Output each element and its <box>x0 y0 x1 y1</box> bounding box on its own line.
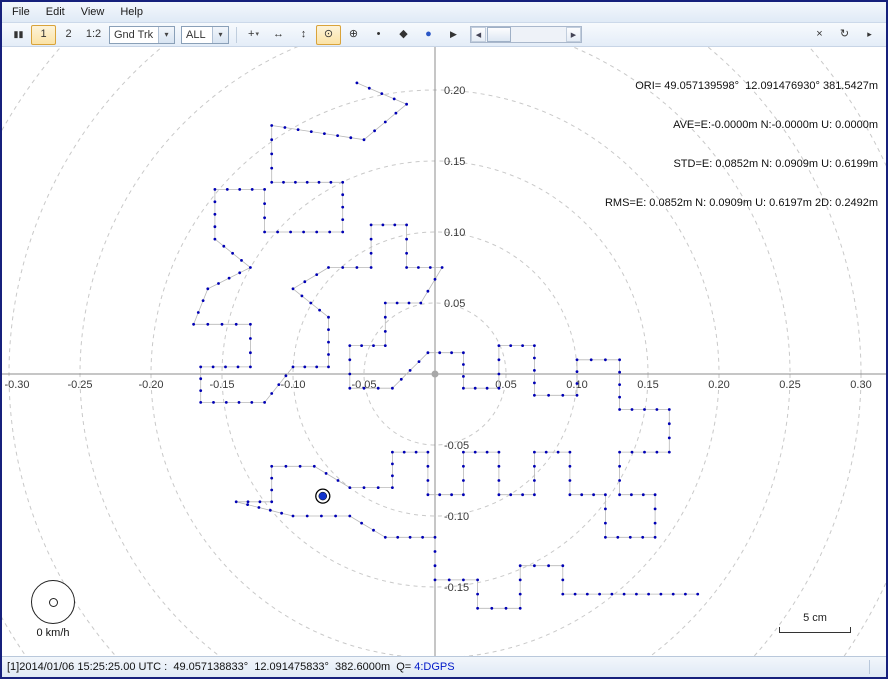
scrollbar-track[interactable] <box>486 27 566 42</box>
clear-button[interactable]: × <box>807 25 832 45</box>
plot1-button[interactable]: 1 <box>31 25 56 45</box>
chevron-down-icon: ▾ <box>158 27 174 43</box>
speed-dial-gauge-icon <box>31 580 75 624</box>
plot12-button[interactable]: 1:2 <box>81 25 106 45</box>
refresh-icon: ↻ <box>840 29 849 40</box>
dot-icon: • <box>377 29 381 40</box>
plot-area: -0.30 -0.25 -0.20 -0.15 -0.10 -0.05 0.05 0.10 0.… <box>2 47 886 656</box>
menu-file[interactable]: File <box>4 3 38 21</box>
svg-text:-0.10: -0.10 <box>444 511 469 523</box>
status-bar-grip <box>869 660 886 674</box>
stat-stddev: STD=E: 0.0852m N: 0.0909m U: 0.6199m <box>605 158 878 171</box>
play-icon: ▶ <box>450 30 457 39</box>
crosshair-icon: + <box>248 29 254 40</box>
toolbar: ▮▮ 1 2 1:2 Gnd Trk ▾ ALL ▾ + ▾ ↔ ↕ ⊙ ⊕ •… <box>2 23 886 47</box>
scroll-right-icon[interactable]: ▶ <box>566 27 581 42</box>
svg-text:0.25: 0.25 <box>779 379 800 391</box>
menu-edit[interactable]: Edit <box>38 3 73 21</box>
svg-text:-0.05: -0.05 <box>444 440 469 452</box>
close-icon: × <box>816 29 822 40</box>
stat-average: AVE=E:-0.0000m N:-0.0000m U: 0.0000m <box>605 119 878 132</box>
scale-bar: 5 cm <box>779 612 851 633</box>
rtkplot-window: File Edit View Help ▮▮ 1 2 1:2 Gnd Trk ▾… <box>0 0 888 679</box>
circled-plus-icon: ⊕ <box>349 29 358 40</box>
arrows-vertical-icon: ↕ <box>301 29 307 40</box>
speed-dial-label: 0 km/h <box>30 627 76 639</box>
svg-text:-0.20: -0.20 <box>138 379 163 391</box>
svg-text:0.10: 0.10 <box>444 227 465 239</box>
svg-text:0.15: 0.15 <box>444 156 465 168</box>
menu-view[interactable]: View <box>73 3 113 21</box>
pause-icon: ▮▮ <box>14 30 24 39</box>
svg-text:-0.30: -0.30 <box>4 379 29 391</box>
menu-help[interactable]: Help <box>112 3 151 21</box>
status-bar: [1]2014/01/06 15:25:25.00 UTC : 49.05713… <box>2 656 886 677</box>
diamond-icon: ◆ <box>399 29 407 40</box>
show-points-button[interactable]: • <box>366 25 391 45</box>
reload-button[interactable]: ↻ <box>832 25 857 45</box>
pause-button[interactable]: ▮▮ <box>6 25 31 45</box>
fit-horizontal-button[interactable]: ↔ <box>266 25 291 45</box>
fit-menu-button[interactable]: + ▾ <box>241 25 266 45</box>
svg-text:-0.15: -0.15 <box>444 582 469 594</box>
speed-dial: 0 km/h <box>30 580 76 639</box>
stat-origin: ORI= 49.057139598° 12.091476930° 381.542… <box>605 80 878 93</box>
svg-text:0.30: 0.30 <box>850 379 871 391</box>
svg-text:-0.15: -0.15 <box>209 379 234 391</box>
center-origin-button[interactable]: ⊕ <box>341 25 366 45</box>
toolbar-separator <box>236 27 237 43</box>
svg-text:0.20: 0.20 <box>708 379 729 391</box>
status-time-position: [1]2014/01/06 15:25:25.00 UTC : 49.05713… <box>7 661 411 673</box>
scroll-left-icon[interactable]: ◀ <box>471 27 486 42</box>
svg-text:-0.25: -0.25 <box>67 379 92 391</box>
circled-dot-icon: ⊙ <box>324 29 333 40</box>
chevron-down-icon: ▾ <box>255 31 259 38</box>
svg-text:0.20: 0.20 <box>444 85 465 97</box>
solution-filter-value: ALL <box>186 29 206 41</box>
svg-text:-0.10: -0.10 <box>280 379 305 391</box>
plot2-button[interactable]: 2 <box>56 25 81 45</box>
options-button[interactable]: ▸ <box>857 25 882 45</box>
time-scrollbar[interactable]: ◀ ▶ <box>470 26 582 43</box>
scale-bar-label: 5 cm <box>779 612 851 624</box>
plot-type-value: Gnd Trk <box>114 29 153 41</box>
chevron-down-icon: ▾ <box>212 27 228 43</box>
globe-icon: ● <box>425 29 432 40</box>
menu-bar: File Edit View Help <box>2 2 886 23</box>
plot-type-select[interactable]: Gnd Trk ▾ <box>109 26 175 44</box>
scrollbar-thumb[interactable] <box>487 27 511 42</box>
map-view-button[interactable]: ● <box>416 25 441 45</box>
stats-overlay: ORI= 49.057139598° 12.091476930° 381.542… <box>605 54 878 236</box>
arrow-right-icon: ▸ <box>867 30 872 39</box>
svg-text:0.15: 0.15 <box>637 379 658 391</box>
svg-text:0.05: 0.05 <box>444 298 465 310</box>
status-quality: 4:DGPS <box>411 661 454 673</box>
waypoint-button[interactable]: ◆ <box>391 25 416 45</box>
stat-rms: RMS=E: 0.0852m N: 0.0909m U: 0.6197m 2D:… <box>605 197 878 210</box>
animate-button[interactable]: ▶ <box>441 25 466 45</box>
fix-center-button[interactable]: ⊙ <box>316 25 341 45</box>
solution-filter-select[interactable]: ALL ▾ <box>181 26 229 44</box>
scale-bar-rule <box>779 627 851 633</box>
arrows-horizontal-icon: ↔ <box>273 29 284 40</box>
fit-vertical-button[interactable]: ↕ <box>291 25 316 45</box>
